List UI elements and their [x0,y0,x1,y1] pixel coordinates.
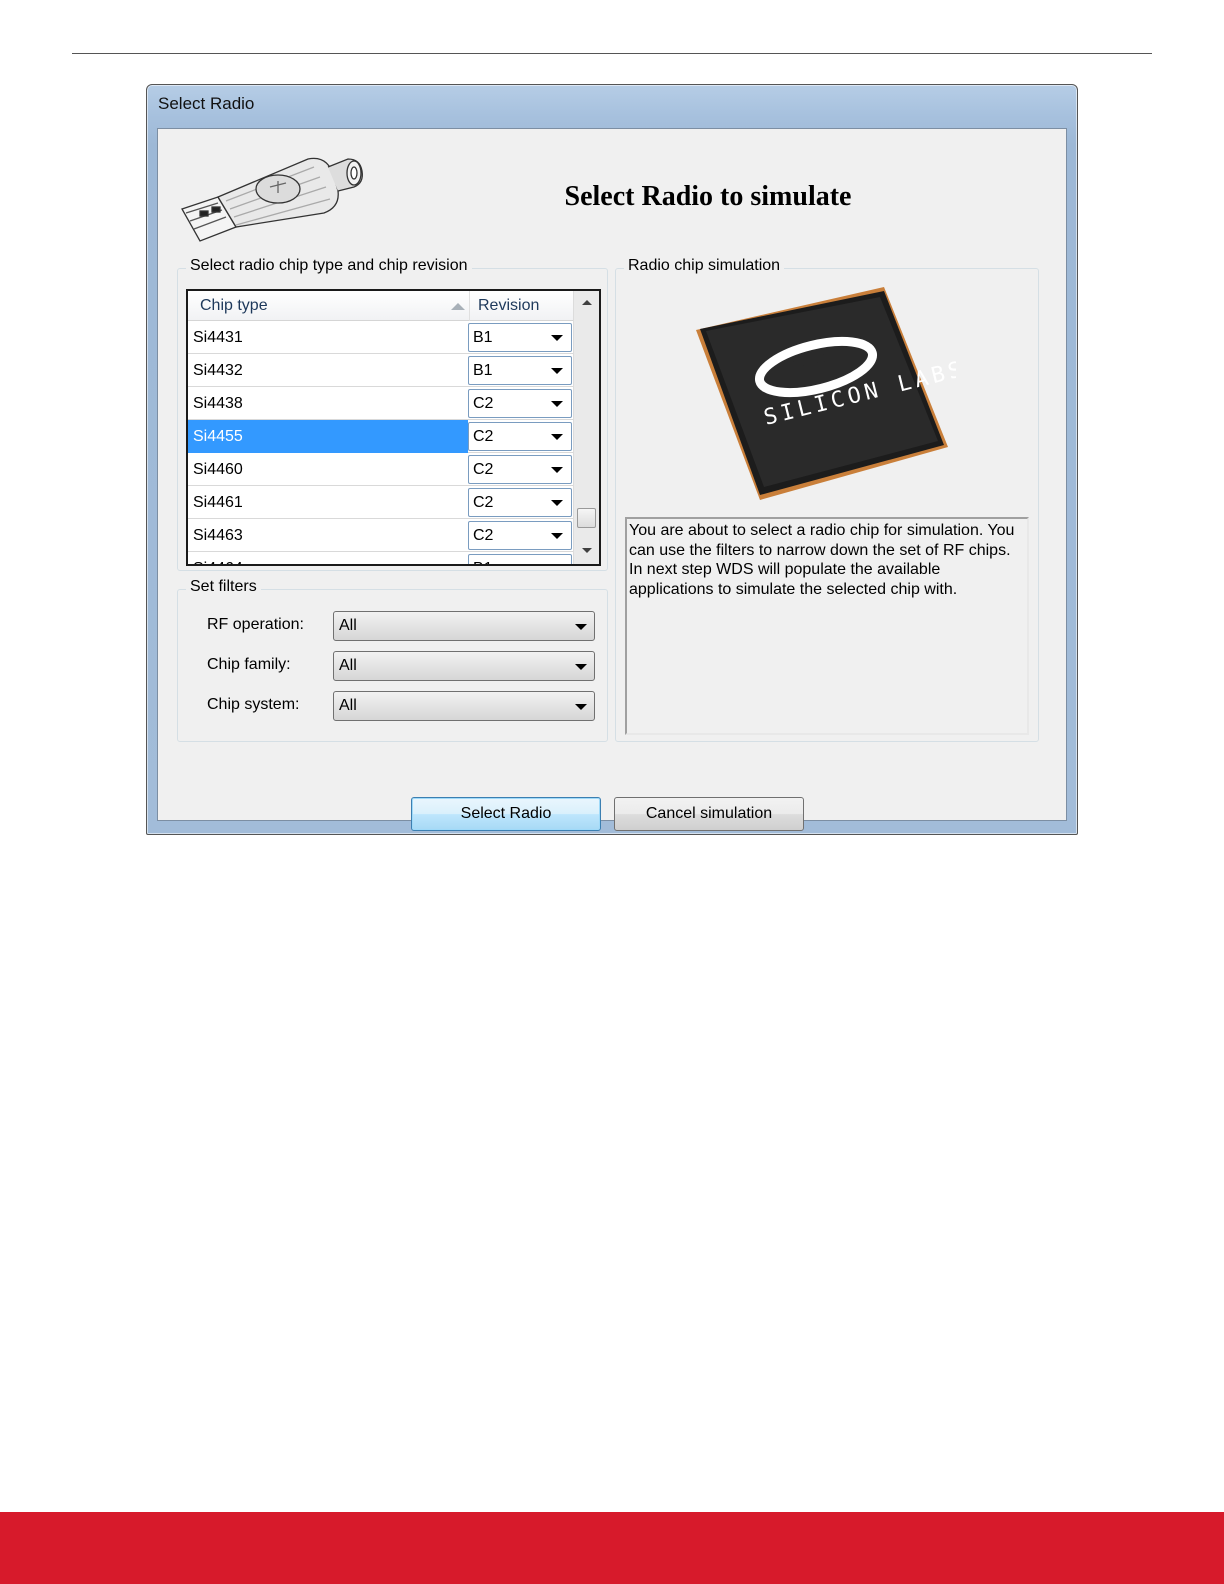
simulation-legend: Radio chip simulation [624,257,785,275]
revision-value: C2 [473,527,494,544]
select-radio-window: Select Radio Select Radio to simulate Se… [146,84,1078,835]
chip-grid: Chip type Revision Si4431 B1 Si4432 B1 S… [186,289,601,566]
table-row[interactable]: Si4461 C2 [188,486,573,519]
dropdown-arrow-icon[interactable] [575,624,587,630]
dropdown-arrow-icon[interactable] [551,368,563,374]
rf-operation-label: RF operation: [207,616,304,633]
table-row[interactable]: Si4432 B1 [188,354,573,387]
dropdown-arrow-icon[interactable] [551,401,563,407]
chip-type-cell[interactable]: Si4438 [188,387,468,420]
column-header-revision[interactable]: Revision [478,291,539,321]
usb-stick-icon [181,157,363,242]
grid-body: Si4431 B1 Si4432 B1 Si4438 C2 Si4455 C2 [188,321,573,564]
chip-type-cell[interactable]: Si4464 [188,552,468,564]
column-separator[interactable] [469,291,470,321]
scroll-thumb[interactable] [577,508,596,528]
chip-type-cell[interactable]: Si4455 [188,420,468,453]
revision-dropdown[interactable]: C2 [468,389,572,418]
chip-system-label: Chip system: [207,696,300,713]
chip-family-label: Chip family: [207,656,291,673]
chip-system-value: All [339,697,357,714]
revision-dropdown[interactable]: B1 [468,554,572,564]
revision-dropdown[interactable]: C2 [468,422,572,451]
revision-value: B1 [473,329,493,346]
dropdown-arrow-icon[interactable] [575,664,587,670]
dropdown-arrow-icon[interactable] [551,467,563,473]
chip-type-cell[interactable]: Si4461 [188,486,468,519]
revision-dropdown[interactable]: B1 [468,356,572,385]
page-top-rule [72,53,1152,54]
chip-type-cell[interactable]: Si4431 [188,321,468,354]
revision-value: C2 [473,428,494,445]
revision-value: C2 [473,494,494,511]
grid-header: Chip type Revision [188,291,573,321]
revision-value: C2 [473,395,494,412]
filters-legend: Set filters [186,578,261,596]
simulation-description: You are about to select a radio chip for… [625,517,1029,735]
chip-type-cell[interactable]: Si4432 [188,354,468,387]
dropdown-arrow-icon[interactable] [551,434,563,440]
revision-dropdown[interactable]: C2 [468,521,572,550]
chip-family-select[interactable]: All [333,651,595,681]
filters-group: Set filters RF operation: All Chip famil… [177,578,608,742]
revision-value: B1 [473,555,493,564]
chip-type-cell[interactable]: Si4460 [188,453,468,486]
column-header-chip-type[interactable]: Chip type [200,291,268,321]
revision-dropdown[interactable]: C2 [468,488,572,517]
table-row[interactable]: Si4431 B1 [188,321,573,354]
dropdown-arrow-icon[interactable] [575,704,587,710]
sort-ascending-icon [451,303,465,310]
table-row[interactable]: Si4460 C2 [188,453,573,486]
rf-operation-value: All [339,617,357,634]
scroll-down-icon[interactable] [582,548,592,553]
chip-family-value: All [339,657,357,674]
scroll-up-icon[interactable] [582,300,592,305]
chip-type-cell[interactable]: Si4463 [188,519,468,552]
dropdown-arrow-icon[interactable] [551,500,563,506]
table-row-selected[interactable]: Si4455 C2 [188,420,573,453]
table-row[interactable]: Si4464 B1 [188,552,573,564]
window-title: Select Radio [158,94,255,113]
simulation-group: Radio chip simulation SILICON LABS You a… [615,257,1039,742]
grid-vertical-scrollbar[interactable] [573,291,599,564]
dialog-heading: Select Radio to simulate [564,181,852,212]
chip-selection-group: Select radio chip type and chip revision… [177,257,608,571]
dropdown-arrow-icon[interactable] [551,335,563,341]
silicon-labs-chip-image: SILICON LABS [696,287,956,500]
chip-system-select[interactable]: All [333,691,595,721]
cancel-simulation-button[interactable]: Cancel simulation [614,797,804,831]
table-row[interactable]: Si4438 C2 [188,387,573,420]
revision-value: C2 [473,461,494,478]
rf-operation-select[interactable]: All [333,611,595,641]
chip-selection-legend: Select radio chip type and chip revision [186,257,472,275]
table-row[interactable]: Si4463 C2 [188,519,573,552]
dialog-client-area: Select Radio to simulate Select radio ch… [157,128,1067,831]
revision-dropdown[interactable]: B1 [468,323,572,352]
revision-dropdown[interactable]: C2 [468,455,572,484]
page-footer-band [0,1512,1224,1584]
select-radio-button[interactable]: Select Radio [411,797,601,831]
revision-value: B1 [473,362,493,379]
dropdown-arrow-icon[interactable] [551,533,563,539]
